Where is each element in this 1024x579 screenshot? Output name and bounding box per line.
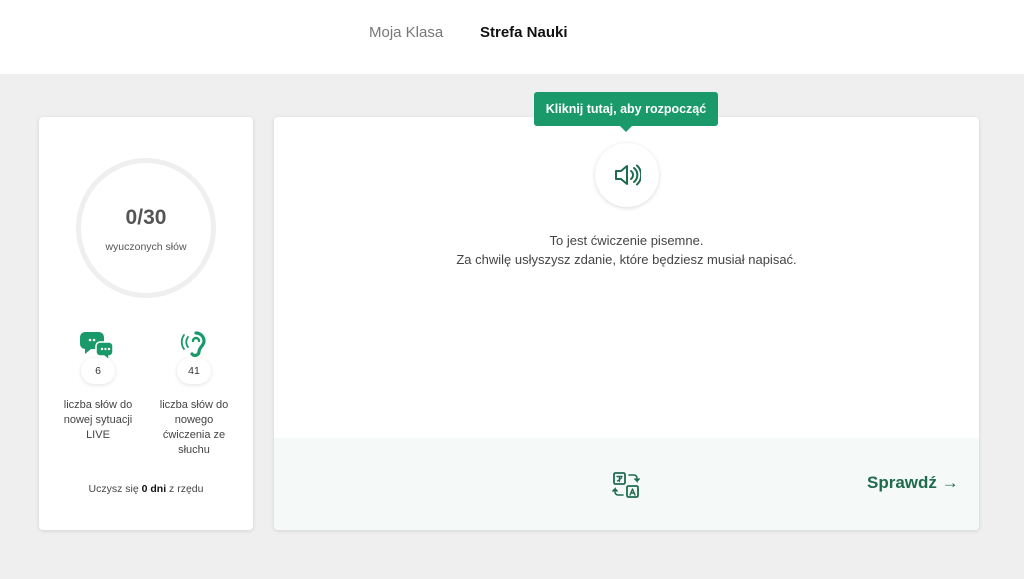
check-button[interactable]: Sprawdź →	[867, 473, 959, 493]
exercise-instruction: To jest ćwiczenie pisemne. Za chwilę usł…	[274, 231, 979, 269]
exercise-footer: Sprawdź →	[274, 438, 979, 530]
listening-ear-icon	[174, 330, 214, 360]
live-words-count: 6	[81, 358, 115, 384]
instruction-line-1: To jest ćwiczenie pisemne.	[549, 233, 704, 248]
stat-live-situation: 6 liczba słów do nowej sytuacji LIVE	[54, 330, 142, 443]
streak-suffix: z rzędu	[169, 483, 204, 495]
nav-strefa-nauki[interactable]: Strefa Nauki	[480, 24, 568, 41]
translate-icon	[612, 472, 640, 498]
listening-words-label: liczba słów do nowego ćwiczenia ze słuch…	[159, 399, 229, 456]
progress-ring: 0/30 wyuczonych słów	[76, 158, 216, 298]
stats-card: 0/30 wyuczonych słów 6 liczba słów do no…	[39, 117, 253, 530]
play-audio-button[interactable]	[595, 143, 659, 207]
streak-prefix: Uczysz się	[88, 483, 139, 495]
nav-moja-klasa[interactable]: Moja Klasa	[369, 24, 443, 41]
exercise-card: Kliknij tutaj, aby rozpocząć To jest ćwi…	[274, 92, 979, 530]
chat-bubbles-icon	[78, 330, 118, 362]
stat-listening-exercise: 41 liczba słów do nowego ćwiczenia ze sł…	[150, 330, 238, 458]
learning-streak: Uczysz się 0 dni z rzędu	[39, 483, 253, 495]
learned-value: 0	[125, 206, 138, 229]
instruction-line-2: Za chwilę usłyszysz zdanie, które będzie…	[456, 252, 797, 267]
words-learned-count: 0/30	[81, 206, 211, 230]
listening-words-count: 41	[177, 358, 211, 384]
start-tooltip: Kliknij tutaj, aby rozpocząć	[534, 92, 718, 132]
main-nav: Moja Klasa Strefa Nauki	[0, 24, 1024, 46]
translate-button[interactable]	[612, 471, 640, 499]
top-bar: Moja Klasa Strefa Nauki	[0, 0, 1024, 74]
live-words-label: liczba słów do nowej sytuacji LIVE	[63, 399, 133, 441]
streak-value: 0 dni	[141, 483, 167, 495]
words-learned-label: wyuczonych słów	[105, 241, 187, 253]
speaker-icon	[615, 164, 641, 186]
total-value: 30	[143, 206, 167, 229]
